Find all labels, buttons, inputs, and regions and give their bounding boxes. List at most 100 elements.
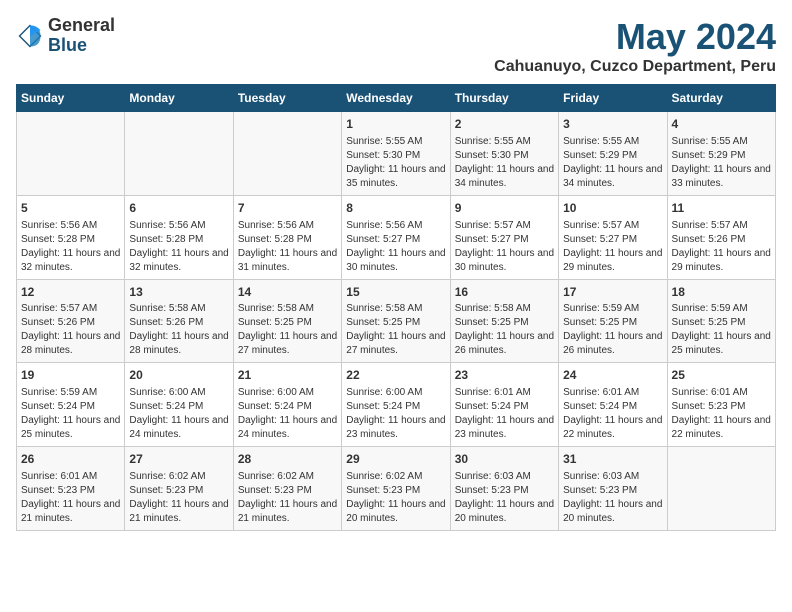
day-info: Sunrise: 5:59 AM Sunset: 5:25 PM Dayligh… [563, 302, 662, 358]
calendar-cell [667, 447, 775, 531]
calendar-cell: 14Sunrise: 5:58 AM Sunset: 5:25 PM Dayli… [233, 279, 341, 363]
calendar-cell: 8 Sunrise: 5:56 AM Sunset: 5:27 PM Daylig… [342, 195, 450, 279]
calendar-cell: 22 Sunrise: 6:00 AM Sunset: 5:24 PM Dayli… [342, 363, 450, 447]
calendar-cell [125, 112, 233, 196]
day-number: 17 [563, 284, 662, 301]
day-info: Sunrise: 5:58 AM Sunset: 5:26 PM Dayligh… [129, 302, 228, 358]
calendar-cell: 9 Sunrise: 5:57 AM Sunset: 5:27 PM Daylig… [450, 195, 558, 279]
day-number: 28 [238, 451, 337, 468]
calendar-cell: 4 Sunrise: 5:55 AM Sunset: 5:29 PM Daylig… [667, 112, 775, 196]
header-sunday: Sunday [17, 85, 125, 112]
day-info: Sunrise: 5:56 AM Sunset: 5:28 PM Dayligh… [129, 219, 228, 275]
day-number: 19 [21, 367, 120, 384]
day-number: 18 [672, 284, 771, 301]
calendar-cell [233, 112, 341, 196]
calendar-cell: 25Sunrise: 6:01 AM Sunset: 5:23 PM Dayli… [667, 363, 775, 447]
day-info: Sunrise: 5:59 AM Sunset: 5:24 PM Dayligh… [21, 386, 120, 442]
calendar-cell: 16Sunrise: 5:58 AM Sunset: 5:25 PM Dayli… [450, 279, 558, 363]
header-tuesday: Tuesday [233, 85, 341, 112]
week-row: 19 Sunrise: 5:59 AM Sunset: 5:24 PM Dayli… [17, 363, 776, 447]
logo-blue: Blue [48, 36, 115, 56]
day-info: Sunrise: 6:00 AM Sunset: 5:24 PM Dayligh… [238, 386, 337, 442]
day-number: 22 [346, 367, 445, 384]
calendar-table: SundayMondayTuesdayWednesdayThursdayFrid… [16, 84, 776, 531]
calendar-cell [17, 112, 125, 196]
calendar-cell: 10 Sunrise: 5:57 AM Sunset: 5:27 PM Dayli… [559, 195, 667, 279]
week-row: 5Sunrise: 5:56 AM Sunset: 5:28 PM Daylig… [17, 195, 776, 279]
calendar-cell: 28 Sunrise: 6:02 AM Sunset: 5:23 PM Dayli… [233, 447, 341, 531]
day-number: 29 [346, 451, 445, 468]
day-info: Sunrise: 6:00 AM Sunset: 5:24 PM Dayligh… [346, 386, 445, 442]
day-info: Sunrise: 5:58 AM Sunset: 5:25 PM Dayligh… [346, 302, 445, 358]
day-number: 15 [346, 284, 445, 301]
day-info: Sunrise: 5:55 AM Sunset: 5:30 PM Dayligh… [346, 135, 445, 191]
day-number: 16 [455, 284, 554, 301]
header-thursday: Thursday [450, 85, 558, 112]
calendar-cell: 15Sunrise: 5:58 AM Sunset: 5:25 PM Dayli… [342, 279, 450, 363]
calendar-cell: 18Sunrise: 5:59 AM Sunset: 5:25 PM Dayli… [667, 279, 775, 363]
calendar-cell: 12Sunrise: 5:57 AM Sunset: 5:26 PM Dayli… [17, 279, 125, 363]
logo-general: General [48, 16, 115, 36]
day-info: Sunrise: 5:55 AM Sunset: 5:29 PM Dayligh… [672, 135, 771, 191]
day-info: Sunrise: 6:02 AM Sunset: 5:23 PM Dayligh… [238, 470, 337, 526]
header-monday: Monday [125, 85, 233, 112]
day-number: 12 [21, 284, 120, 301]
logo-icon [16, 22, 44, 50]
day-info: Sunrise: 5:57 AM Sunset: 5:26 PM Dayligh… [21, 302, 120, 358]
day-number: 8 [346, 200, 445, 217]
day-number: 2 [455, 116, 554, 133]
day-number: 13 [129, 284, 228, 301]
day-info: Sunrise: 5:57 AM Sunset: 5:26 PM Dayligh… [672, 219, 771, 275]
day-info: Sunrise: 5:55 AM Sunset: 5:30 PM Dayligh… [455, 135, 554, 191]
day-info: Sunrise: 5:57 AM Sunset: 5:27 PM Dayligh… [563, 219, 662, 275]
day-number: 31 [563, 451, 662, 468]
day-info: Sunrise: 6:02 AM Sunset: 5:23 PM Dayligh… [129, 470, 228, 526]
calendar-cell: 7Sunrise: 5:56 AM Sunset: 5:28 PM Daylig… [233, 195, 341, 279]
subtitle: Cahuanuyo, Cuzco Department, Peru [494, 58, 776, 76]
page-header: General Blue May 2024 Cahuanuyo, Cuzco D… [16, 16, 776, 76]
main-title: May 2024 [494, 16, 776, 58]
day-info: Sunrise: 5:56 AM Sunset: 5:28 PM Dayligh… [21, 219, 120, 275]
header-saturday: Saturday [667, 85, 775, 112]
day-number: 14 [238, 284, 337, 301]
calendar-cell: 11 Sunrise: 5:57 AM Sunset: 5:26 PM Dayli… [667, 195, 775, 279]
day-info: Sunrise: 5:55 AM Sunset: 5:29 PM Dayligh… [563, 135, 662, 191]
day-number: 11 [672, 200, 771, 217]
day-number: 23 [455, 367, 554, 384]
calendar-cell: 21 Sunrise: 6:00 AM Sunset: 5:24 PM Dayli… [233, 363, 341, 447]
day-info: Sunrise: 5:56 AM Sunset: 5:28 PM Dayligh… [238, 219, 337, 275]
day-info: Sunrise: 6:03 AM Sunset: 5:23 PM Dayligh… [455, 470, 554, 526]
header-row: SundayMondayTuesdayWednesdayThursdayFrid… [17, 85, 776, 112]
day-number: 21 [238, 367, 337, 384]
day-info: Sunrise: 6:03 AM Sunset: 5:23 PM Dayligh… [563, 470, 662, 526]
day-number: 10 [563, 200, 662, 217]
calendar-cell: 1 Sunrise: 5:55 AM Sunset: 5:30 PM Daylig… [342, 112, 450, 196]
header-friday: Friday [559, 85, 667, 112]
calendar-cell: 19 Sunrise: 5:59 AM Sunset: 5:24 PM Dayli… [17, 363, 125, 447]
day-number: 9 [455, 200, 554, 217]
day-info: Sunrise: 5:56 AM Sunset: 5:27 PM Dayligh… [346, 219, 445, 275]
day-number: 27 [129, 451, 228, 468]
day-number: 4 [672, 116, 771, 133]
day-number: 26 [21, 451, 120, 468]
calendar-body: 1 Sunrise: 5:55 AM Sunset: 5:30 PM Daylig… [17, 112, 776, 531]
week-row: 1 Sunrise: 5:55 AM Sunset: 5:30 PM Daylig… [17, 112, 776, 196]
day-info: Sunrise: 5:58 AM Sunset: 5:25 PM Dayligh… [455, 302, 554, 358]
day-info: Sunrise: 6:01 AM Sunset: 5:24 PM Dayligh… [563, 386, 662, 442]
day-number: 24 [563, 367, 662, 384]
week-row: 26Sunrise: 6:01 AM Sunset: 5:23 PM Dayli… [17, 447, 776, 531]
day-info: Sunrise: 6:01 AM Sunset: 5:24 PM Dayligh… [455, 386, 554, 442]
calendar-cell: 30 Sunrise: 6:03 AM Sunset: 5:23 PM Dayli… [450, 447, 558, 531]
calendar-cell: 29Sunrise: 6:02 AM Sunset: 5:23 PM Dayli… [342, 447, 450, 531]
calendar-cell: 13Sunrise: 5:58 AM Sunset: 5:26 PM Dayli… [125, 279, 233, 363]
day-number: 20 [129, 367, 228, 384]
calendar-cell: 2 Sunrise: 5:55 AM Sunset: 5:30 PM Daylig… [450, 112, 558, 196]
header-wednesday: Wednesday [342, 85, 450, 112]
day-info: Sunrise: 5:57 AM Sunset: 5:27 PM Dayligh… [455, 219, 554, 275]
title-block: May 2024 Cahuanuyo, Cuzco Department, Pe… [494, 16, 776, 76]
calendar-cell: 31 Sunrise: 6:03 AM Sunset: 5:23 PM Dayli… [559, 447, 667, 531]
calendar-cell: 3Sunrise: 5:55 AM Sunset: 5:29 PM Daylig… [559, 112, 667, 196]
day-number: 1 [346, 116, 445, 133]
calendar-header: SundayMondayTuesdayWednesdayThursdayFrid… [17, 85, 776, 112]
day-number: 30 [455, 451, 554, 468]
